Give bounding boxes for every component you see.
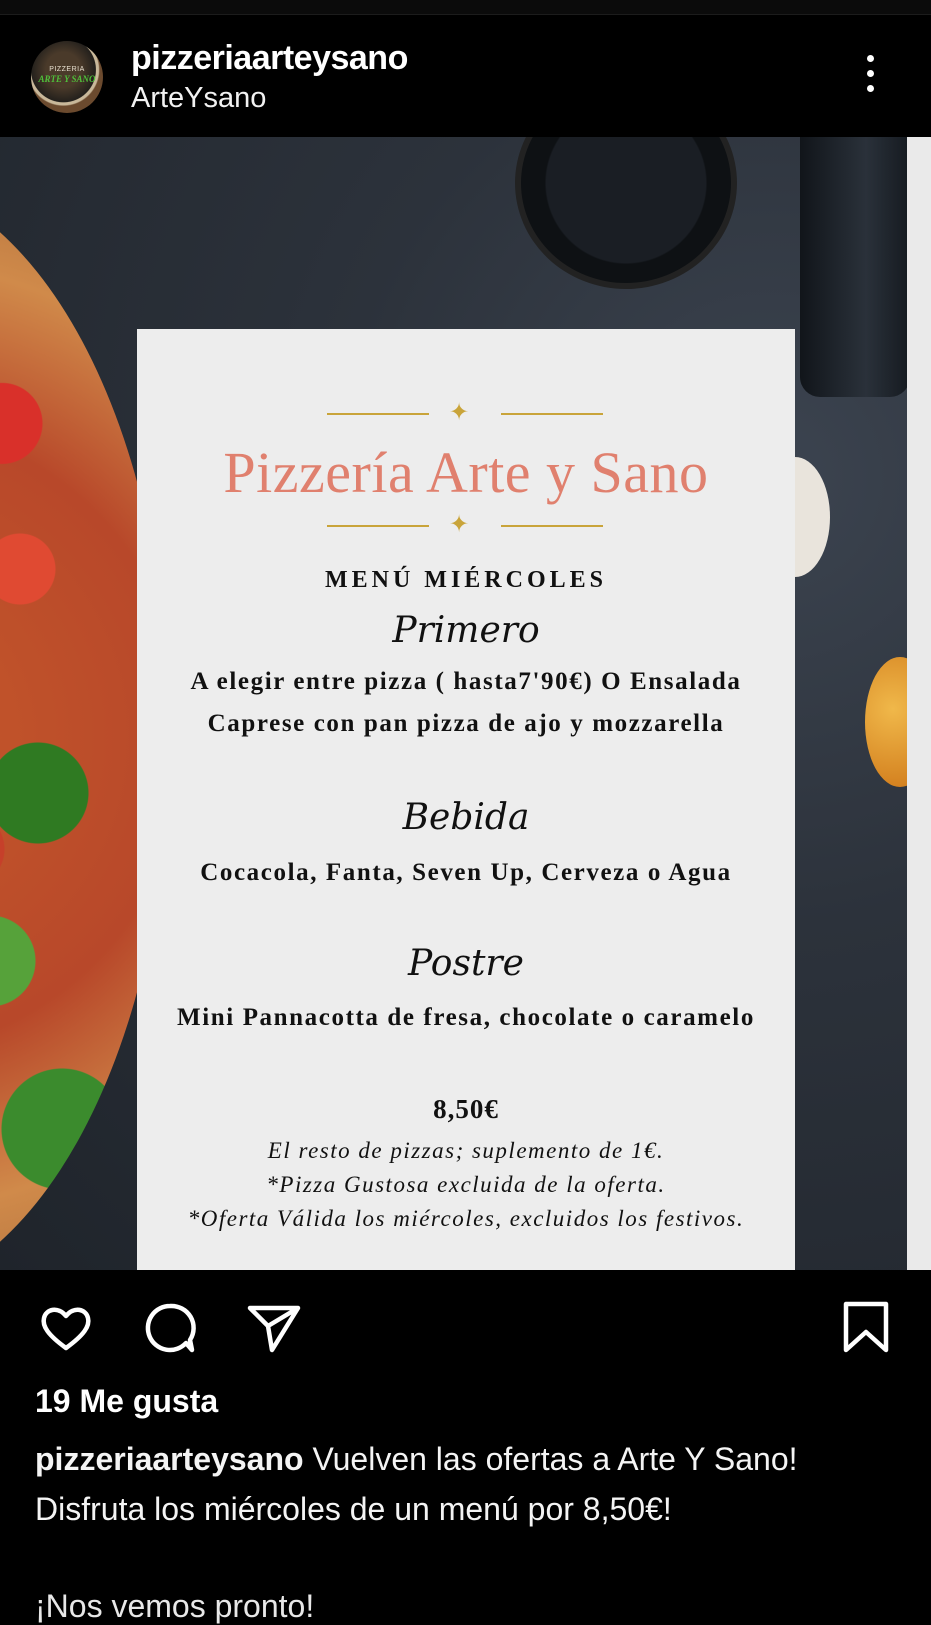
menu-title: Pizzería Arte y Sano xyxy=(223,440,709,505)
next-image-edge xyxy=(907,137,931,1270)
menu-day: MENÚ MIÉRCOLES xyxy=(324,567,608,593)
section-primero-body: A elegir entre pizza ( hasta7'90€) O Ens… xyxy=(190,668,742,737)
top-ornament: ✦ xyxy=(137,400,795,424)
section-bebida-body: Cocacola, Fanta, Seven Up, Cerveza o Agu… xyxy=(200,859,732,886)
action-bar xyxy=(0,1270,931,1370)
post-location[interactable]: ArteYsano xyxy=(131,82,266,115)
heart-icon[interactable] xyxy=(38,1300,94,1356)
caption-username[interactable]: pizzeriaarteysano xyxy=(35,1441,304,1477)
status-bar xyxy=(0,0,931,15)
post-header: PIZZERIA ARTE Y SANO pizzeriaarteysano A… xyxy=(0,15,931,137)
post-image[interactable]: ✦ Pizzería Arte y Sano ✦ MENÚ MIÉRCOLES … xyxy=(0,137,907,1270)
tomato-decoration xyxy=(865,657,907,787)
likes-count[interactable]: 19 Me gusta xyxy=(35,1383,218,1420)
comment-icon[interactable] xyxy=(142,1300,198,1356)
more-options-icon[interactable] xyxy=(860,55,880,105)
bottle-decoration xyxy=(800,137,907,397)
wine-glass-decoration xyxy=(515,137,737,289)
note-validity: *Oferta Válida los miércoles, excluidos … xyxy=(187,1206,745,1231)
note-supplement: El resto de pizzas; suplemento de 1€. xyxy=(267,1138,665,1163)
section-postre-heading: Postre xyxy=(408,943,524,984)
avatar[interactable]: PIZZERIA ARTE Y SANO xyxy=(31,41,103,113)
post-username[interactable]: pizzeriaarteysano xyxy=(131,39,408,78)
note-exclusion: *Pizza Gustosa excluida de la oferta. xyxy=(266,1172,666,1197)
caption-next-line: ¡Nos vemos pronto! xyxy=(35,1588,315,1624)
menu-price: 8,50€ xyxy=(433,1094,499,1124)
section-postre-body: Mini Pannacotta de fresa, chocolate o ca… xyxy=(177,1004,755,1031)
avatar-logo-top: PIZZERIA xyxy=(49,66,85,73)
menu-card: ✦ Pizzería Arte y Sano ✦ MENÚ MIÉRCOLES … xyxy=(137,329,795,1270)
section-primero-heading: Primero xyxy=(392,610,540,651)
bottom-ornament: ✦ xyxy=(137,512,795,536)
avatar-logo-main: ARTE Y SANO xyxy=(38,74,96,84)
post-caption: pizzeriaarteysano Vuelven las ofertas a … xyxy=(35,1434,895,1534)
send-icon[interactable] xyxy=(246,1300,302,1356)
section-bebida-heading: Bebida xyxy=(402,797,530,838)
bookmark-icon[interactable] xyxy=(838,1300,894,1356)
